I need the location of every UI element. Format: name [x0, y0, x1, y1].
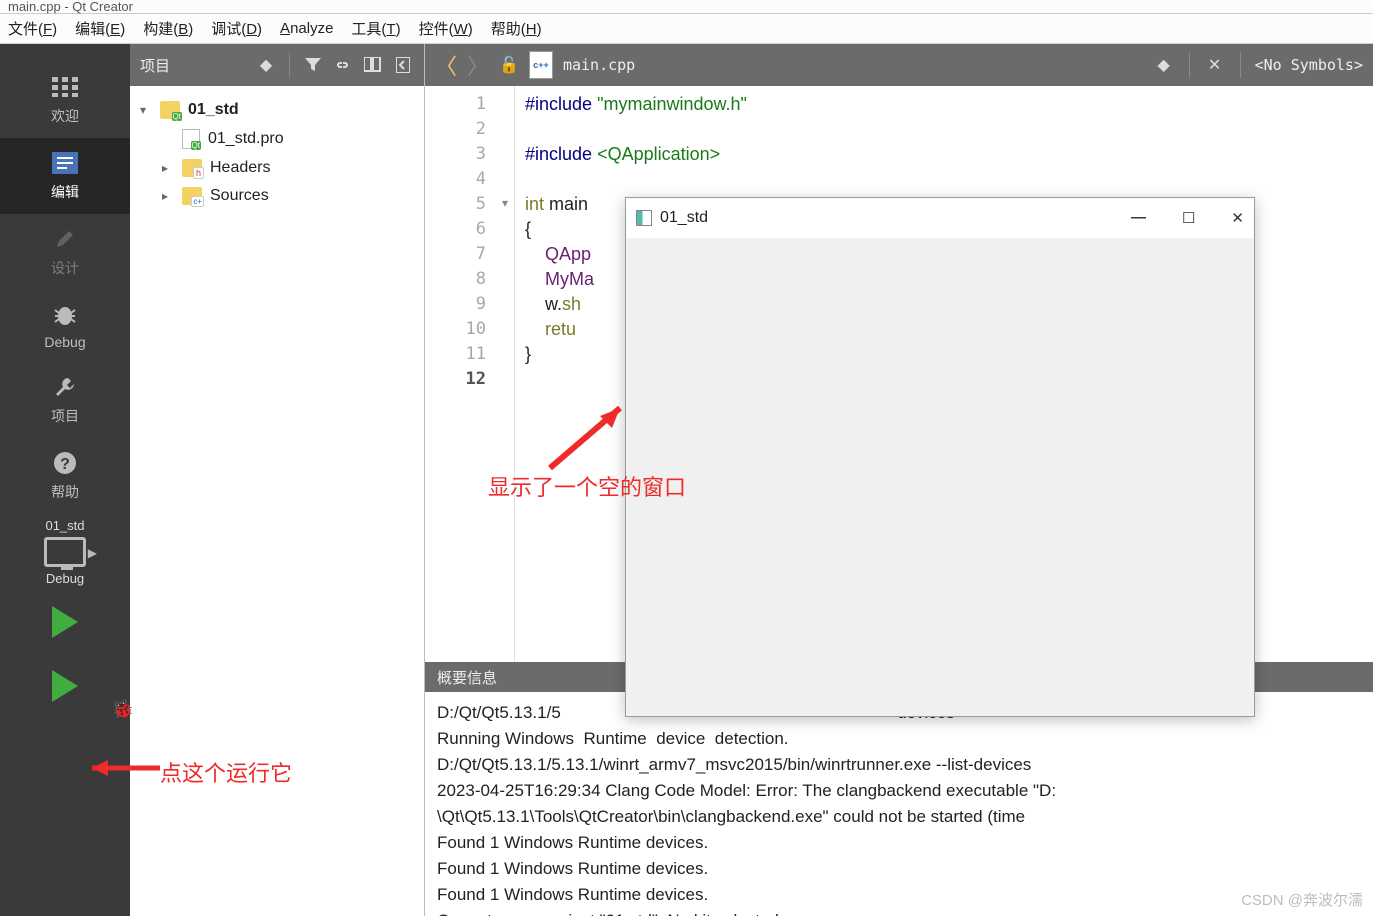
tree-root[interactable]: ▾ 01_std — [136, 96, 418, 124]
edit-icon — [48, 150, 82, 176]
kit-config: Debug — [46, 571, 84, 586]
split-add-icon[interactable]: + — [362, 54, 384, 76]
play-icon — [52, 670, 78, 702]
kit-name: 01_std — [45, 518, 84, 533]
mode-debug-label: Debug — [44, 334, 85, 350]
monitor-icon: ▶ — [44, 537, 86, 567]
mode-project-label: 项目 — [51, 406, 79, 426]
annotation-arrow-1 — [540, 398, 640, 478]
grid-icon — [48, 74, 82, 100]
app-icon — [636, 210, 652, 226]
nav-forward-icon[interactable]: 〉 — [467, 49, 489, 81]
mode-debug[interactable]: Debug — [0, 290, 130, 362]
svg-text:?: ? — [60, 456, 70, 473]
mode-project[interactable]: 项目 — [0, 362, 130, 438]
run-debug-button[interactable]: 🐞 — [0, 654, 130, 718]
chevron-right-icon: ▶ — [88, 546, 97, 560]
menu-analyze[interactable]: Analyze — [280, 20, 333, 37]
wrench-icon — [48, 374, 82, 400]
menu-debug[interactable]: 调试(D) — [211, 18, 262, 39]
symbols-combo[interactable]: <No Symbols> — [1255, 56, 1363, 74]
annotation-text-2: 点这个运行它 — [160, 756, 292, 788]
menu-bar: 文件(F) 编辑(E) 构建(B) 调试(D) Analyze 工具(T) 控件… — [0, 14, 1373, 44]
watermark: CSDN @奔波尔濡 — [1241, 889, 1363, 910]
mode-sidebar: 欢迎 编辑 设计 Debug 项目 ? 帮助 01_std ▶ Debug — [0, 44, 130, 916]
popup-body — [626, 238, 1254, 716]
menu-tools[interactable]: 工具(T) — [351, 18, 400, 39]
output-body[interactable]: D:/Qt/Qt5.13.1/5 -devices Running Window… — [425, 692, 1373, 916]
running-app-window[interactable]: 01_std — ☐ ✕ — [625, 197, 1255, 717]
tree-headers[interactable]: ▸ Headers — [136, 154, 418, 182]
run-button[interactable] — [0, 590, 130, 654]
chevron-down-icon: ▾ — [140, 103, 152, 117]
tree-sources[interactable]: ▸ Sources — [136, 182, 418, 210]
help-icon: ? — [48, 450, 82, 476]
nav-back-icon[interactable]: 〈 — [435, 49, 457, 81]
minimize-icon[interactable]: — — [1131, 209, 1146, 227]
fold-icon[interactable]: ▾ — [502, 196, 508, 210]
close-icon[interactable]: ✕ — [1231, 209, 1244, 227]
tree-headers-label: Headers — [210, 159, 270, 177]
lock-icon[interactable]: 🔓 — [499, 55, 519, 75]
project-tree: ▾ 01_std 01_std.pro ▸ Headers ▸ Sources — [130, 86, 424, 220]
bug-icon — [48, 302, 82, 328]
menu-help[interactable]: 帮助(H) — [491, 18, 542, 39]
mode-help[interactable]: ? 帮助 — [0, 438, 130, 514]
mode-design-label: 设计 — [51, 258, 79, 278]
mode-help-label: 帮助 — [51, 482, 79, 502]
file-switch-icon[interactable]: ◆ — [1153, 54, 1175, 76]
menu-edit[interactable]: 编辑(E) — [75, 18, 125, 39]
maximize-icon[interactable]: ☐ — [1182, 209, 1195, 227]
pencil-icon — [48, 226, 82, 252]
folder-qt-icon — [160, 101, 180, 119]
folder-cpp-icon — [182, 187, 202, 205]
tree-pro-label: 01_std.pro — [208, 130, 284, 148]
tree-root-label: 01_std — [188, 101, 239, 119]
menu-build[interactable]: 构建(B) — [143, 18, 193, 39]
cpp-file-icon: c++ — [529, 51, 553, 79]
link-icon[interactable] — [332, 54, 354, 76]
project-header: 项目 ◆ + — [130, 44, 424, 86]
popup-title: 01_std — [660, 209, 708, 227]
collapse-icon[interactable] — [392, 54, 414, 76]
folder-h-icon — [182, 159, 202, 177]
annotation-arrow-2 — [82, 756, 162, 780]
editor-header: 〈 〉 🔓 c++ main.cpp ◆ ✕ <No Symbols> — [425, 44, 1373, 86]
kit-selector[interactable]: 01_std ▶ Debug — [0, 514, 130, 590]
mode-welcome[interactable]: 欢迎 — [0, 62, 130, 138]
tree-pro-file[interactable]: 01_std.pro — [136, 124, 418, 154]
sort-icon[interactable]: ◆ — [255, 54, 277, 76]
project-header-label: 项目 — [140, 55, 170, 76]
popup-titlebar[interactable]: 01_std — ☐ ✕ — [626, 198, 1254, 238]
chevron-right-icon: ▸ — [162, 161, 174, 175]
filter-icon[interactable] — [302, 54, 324, 76]
chevron-right-icon: ▸ — [162, 189, 174, 203]
mode-edit[interactable]: 编辑 — [0, 138, 130, 214]
window-title: main.cpp - Qt Creator — [0, 0, 1373, 14]
tree-sources-label: Sources — [210, 187, 269, 205]
annotation-text-1: 显示了一个空的窗口 — [488, 470, 686, 502]
menu-widgets[interactable]: 控件(W) — [419, 18, 473, 39]
mode-design[interactable]: 设计 — [0, 214, 130, 290]
bug-overlay-icon: 🐞 — [112, 699, 134, 720]
line-gutter: 12 34 56 78 910 1112 ▾ — [425, 86, 515, 662]
mode-welcome-label: 欢迎 — [51, 106, 79, 126]
menu-file[interactable]: 文件(F) — [8, 18, 57, 39]
file-qt-icon — [182, 129, 200, 149]
close-editor-icon[interactable]: ✕ — [1204, 54, 1226, 76]
mode-edit-label: 编辑 — [51, 182, 79, 202]
editor-filename[interactable]: main.cpp — [563, 56, 635, 74]
play-icon — [52, 606, 78, 638]
